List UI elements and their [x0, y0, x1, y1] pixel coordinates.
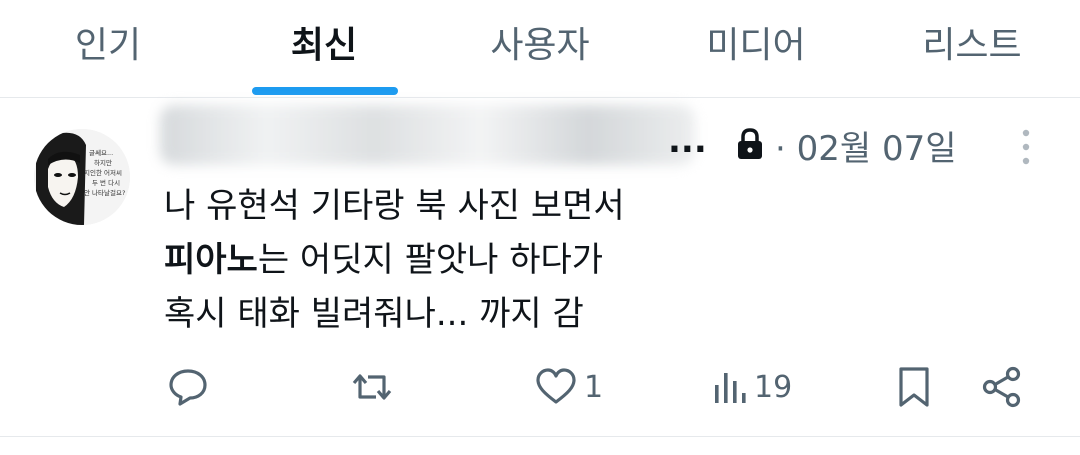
tweet-text-plain-3: 혹시 태화 빌려줘나... 까지 감 [164, 294, 584, 334]
display-name-redacted[interactable] [160, 105, 695, 165]
reply-icon [169, 369, 207, 406]
tab-lists[interactable]: 리스트 [864, 0, 1080, 98]
more-options-icon[interactable] [1014, 127, 1038, 167]
retweet-icon [352, 374, 392, 400]
avatar-caption-4: 두 번 다시 [92, 178, 120, 187]
like-count: 1 [584, 369, 604, 405]
avatar-caption-2: 하지만 [94, 158, 112, 167]
heart-icon [536, 368, 576, 404]
retweet-button[interactable] [350, 361, 400, 413]
tweet-text-line-3: 혹시 태화 빌려줘나... 까지 감 [164, 287, 1014, 341]
tab-people[interactable]: 사용자 [432, 0, 648, 98]
search-tabs: 인기 최신 사용자 미디어 리스트 [0, 0, 1080, 98]
tweet-text-line-1: 나 유현석 기타랑 북 사진 보면서 [164, 179, 1014, 233]
tweet-actions: 1 19 [0, 361, 1080, 413]
bookmark-icon [899, 367, 929, 407]
tab-media[interactable]: 미디어 [648, 0, 864, 98]
tab-popular[interactable]: 인기 [0, 0, 216, 98]
tweet-meta: · 02월 07일 [775, 121, 957, 170]
share-button[interactable] [980, 361, 1030, 413]
tweet[interactable]: 글쎄요... 하지만 지인한 어저씨 두 번 다시 안 나타날걸요? ... ·… [0, 99, 1080, 437]
tweet-text-plain-1: 나 유현석 기타랑 북 사진 보면서 [164, 186, 625, 226]
tweet-text-plain-2: 는 어딧지 팔앗나 하다가 [257, 240, 604, 280]
tweet-text-line-2: 피아노는 어딧지 팔앗나 하다가 [164, 233, 1014, 287]
avatar-caption-1: 글쎄요... [89, 148, 113, 157]
avatar[interactable]: 글쎄요... 하지만 지인한 어저씨 두 번 다시 안 나타날걸요? [34, 129, 130, 225]
avatar-caption-3: 지인한 어저씨 [84, 168, 122, 177]
bookmark-button[interactable] [894, 361, 940, 413]
like-button[interactable]: 1 [534, 361, 603, 413]
views-count: 19 [754, 369, 793, 405]
meta-separator: · [775, 129, 786, 169]
views-icon [715, 373, 746, 403]
display-name-ellipsis: ... [668, 121, 707, 161]
avatar-image: 글쎄요... 하지만 지인한 어저씨 두 번 다시 안 나타날걸요? [34, 129, 130, 225]
views-button[interactable]: 19 [712, 361, 792, 413]
tweet-divider [0, 436, 1080, 437]
tweet-text: 나 유현석 기타랑 북 사진 보면서 피아노는 어딧지 팔앗나 하다가 혹시 태… [164, 179, 1014, 341]
share-icon [982, 366, 1021, 408]
tweet-date[interactable]: 02월 07일 [797, 129, 957, 169]
reply-button[interactable] [166, 361, 216, 413]
active-tab-indicator [252, 87, 398, 95]
avatar-caption-5: 안 나타날걸요? [84, 188, 125, 197]
tab-latest[interactable]: 최신 [216, 0, 432, 98]
lock-icon [738, 128, 762, 159]
tweet-text-bold-2: 피아노 [164, 240, 258, 280]
